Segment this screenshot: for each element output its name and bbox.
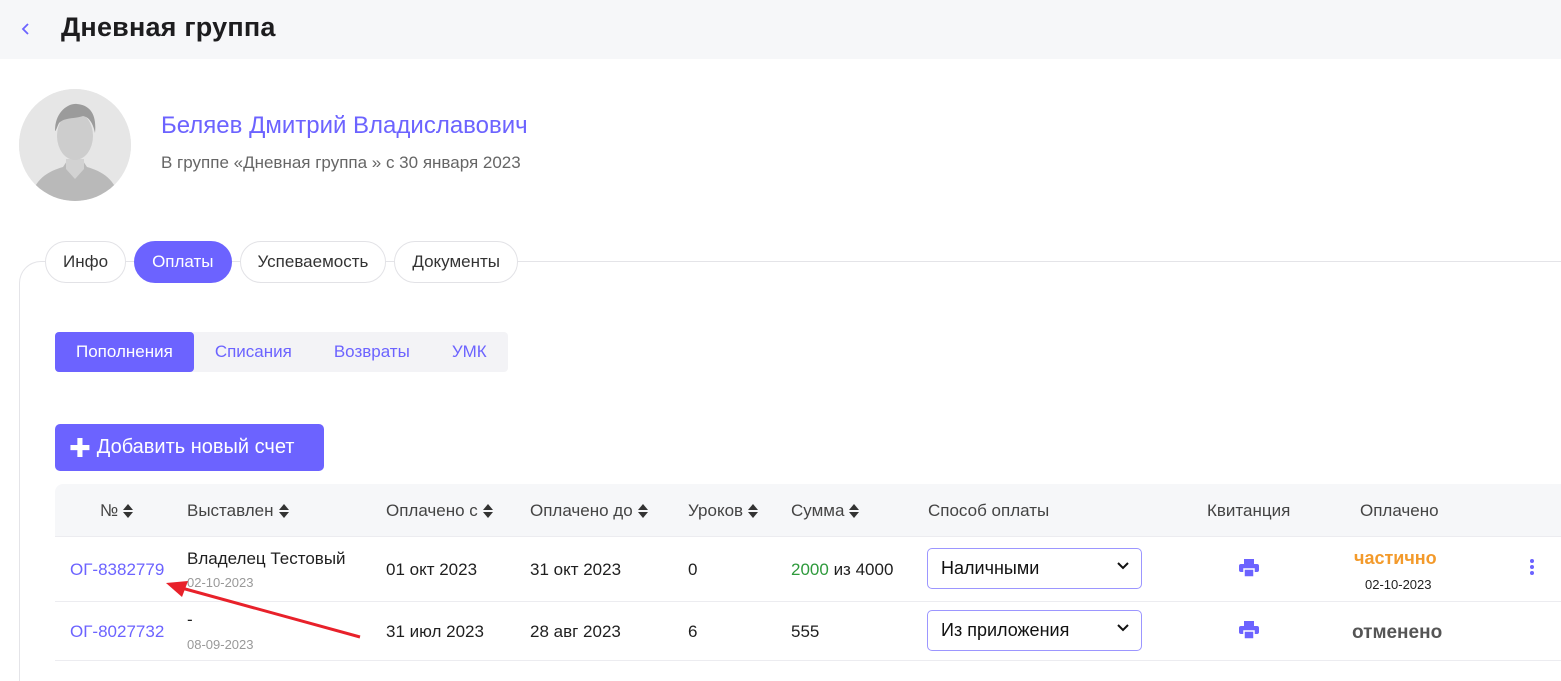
col-issued-label: Выставлен (187, 501, 274, 520)
tab-progress[interactable]: Успеваемость (239, 241, 387, 283)
plus-icon: ✚ (69, 432, 91, 463)
table-row: ОГ-8382779 Владелец Тестовый 02-10-2023 … (55, 537, 1561, 602)
table-header: № Выставлен Оплачено с Оплачено до Уроко… (55, 484, 1561, 537)
student-name[interactable]: Беляев Дмитрий Владиславович (161, 112, 528, 140)
col-amount: Сумма (791, 501, 860, 521)
col-paid-from: Оплачено с (386, 501, 493, 521)
chevron-left-icon (21, 23, 29, 35)
invoice-number-link[interactable]: ОГ-8382779 (70, 560, 164, 580)
col-paid-label: Оплачено (1360, 501, 1439, 520)
main-tabs: Инфо Оплаты Успеваемость Документы (45, 241, 526, 283)
user-silhouette-icon (19, 89, 131, 201)
paid-to: 28 авг 2023 (530, 622, 621, 641)
sort-icon[interactable] (482, 503, 493, 519)
subtab-topups[interactable]: Пополнения (55, 332, 194, 372)
col-receipt: Квитанция (1207, 501, 1290, 521)
tab-info[interactable]: Инфо (45, 241, 127, 283)
lessons-count: 6 (688, 622, 698, 641)
issued-date: 08-09-2023 (187, 637, 254, 652)
col-receipt-label: Квитанция (1207, 501, 1291, 520)
col-method: Способ оплаты (928, 501, 1049, 521)
lessons-count: 0 (688, 560, 698, 579)
paid-to: 31 окт 2023 (530, 560, 622, 579)
sort-icon[interactable] (748, 503, 759, 519)
payment-method-value: Из приложения (941, 620, 1070, 640)
invoice-number-link[interactable]: ОГ-8027732 (70, 622, 164, 642)
payment-method-select[interactable]: Наличными (927, 548, 1142, 589)
col-amount-label: Сумма (791, 501, 845, 520)
issued-by: Владелец Тестовый (187, 549, 346, 568)
sort-icon[interactable] (123, 503, 134, 519)
col-issued: Выставлен (187, 501, 289, 521)
amount-paid: 2000 (791, 560, 829, 579)
status-date: 02-10-2023 (1365, 577, 1432, 592)
sort-icon[interactable] (849, 503, 860, 519)
subtab-refunds[interactable]: Возвраты (313, 332, 431, 372)
sort-icon[interactable] (637, 503, 648, 519)
back-button[interactable] (14, 14, 38, 44)
add-invoice-button[interactable]: ✚ Добавить новый счет (55, 424, 324, 471)
student-group-info: В группе «Дневная группа » с 30 января 2… (161, 153, 521, 172)
col-lessons: Уроков (688, 501, 759, 521)
subtab-charges[interactable]: Списания (194, 332, 313, 372)
payment-status: частично (1354, 548, 1437, 568)
col-number-label: № (100, 501, 119, 520)
paid-from: 31 июл 2023 (386, 622, 484, 641)
printer-icon[interactable] (1239, 621, 1259, 639)
issued-by: - (187, 610, 193, 629)
tab-documents[interactable]: Документы (394, 241, 518, 283)
payment-method-value: Наличными (941, 558, 1040, 578)
top-bar: Дневная группа (0, 0, 1561, 59)
col-number: № (100, 501, 134, 521)
subtab-umk[interactable]: УМК (431, 332, 508, 372)
payment-method-select[interactable]: Из приложения (927, 610, 1142, 651)
col-paid-to: Оплачено до (530, 501, 648, 521)
col-paid: Оплачено (1360, 501, 1439, 521)
paid-from: 01 окт 2023 (386, 560, 478, 579)
table-row: ОГ-8027732 - 08-09-2023 31 июл 2023 28 а… (55, 602, 1561, 661)
chevron-down-icon (1117, 562, 1129, 570)
sort-icon[interactable] (278, 503, 289, 519)
payment-subtabs: Пополнения Списания Возвраты УМК (55, 332, 508, 372)
amount: 555 (791, 622, 820, 641)
avatar (19, 89, 131, 201)
amount: 2000 из 4000 (791, 560, 893, 580)
page-title: Дневная группа (61, 12, 276, 42)
more-options-icon[interactable] (1527, 557, 1537, 577)
col-method-label: Способ оплаты (928, 501, 1050, 520)
col-paid-to-label: Оплачено до (530, 501, 633, 520)
tab-payments[interactable]: Оплаты (134, 241, 232, 283)
payment-status: отменено (1352, 622, 1443, 643)
printer-icon[interactable] (1239, 559, 1259, 577)
issued-date: 02-10-2023 (187, 575, 254, 590)
add-invoice-label: Добавить новый счет (96, 436, 295, 458)
amount-total: из 4000 (833, 560, 894, 579)
chevron-down-icon (1117, 624, 1129, 632)
col-lessons-label: Уроков (688, 501, 744, 520)
col-paid-from-label: Оплачено с (386, 501, 478, 520)
